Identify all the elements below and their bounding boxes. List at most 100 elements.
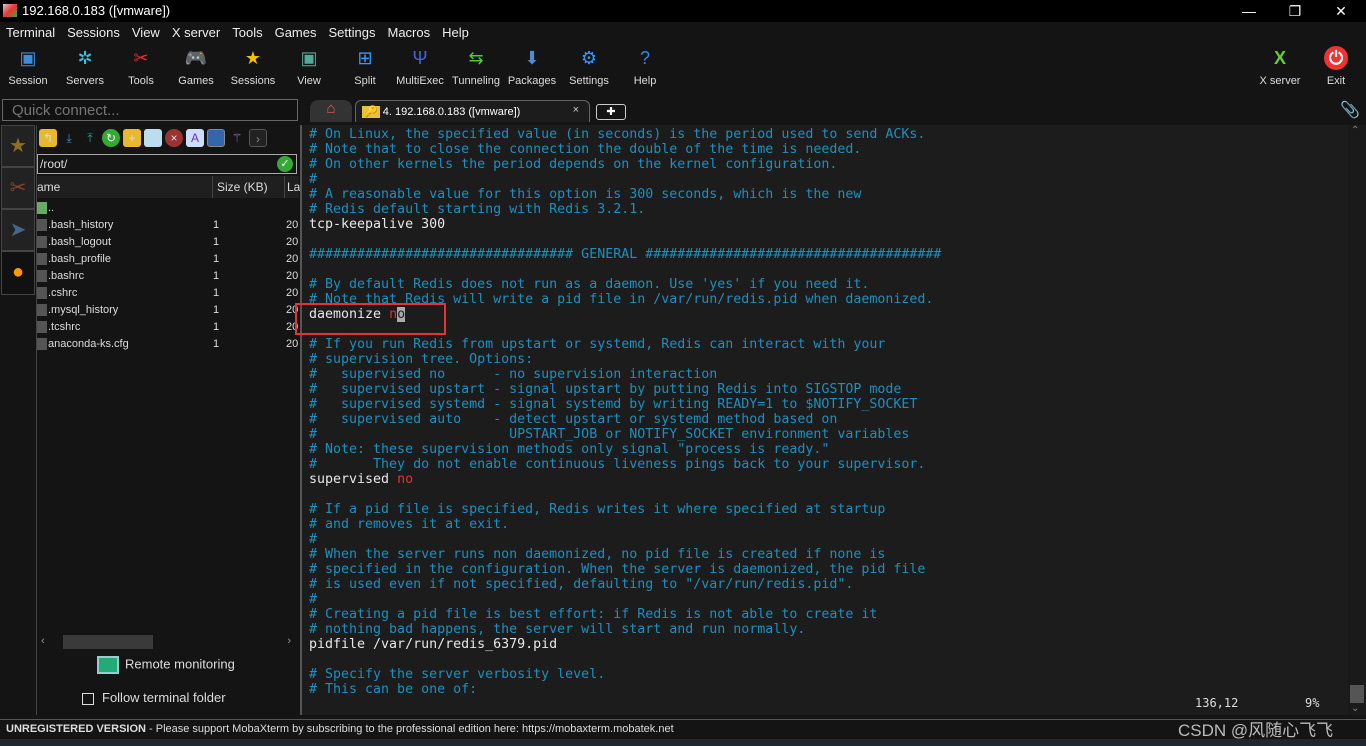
- menu-sessions[interactable]: Sessions: [61, 23, 126, 43]
- sftp-tab[interactable]: ●: [1, 251, 35, 295]
- tools-button[interactable]: ✂ Tools: [113, 46, 169, 87]
- file-name: .bash_history: [48, 219, 114, 231]
- title-bar: 192.168.0.183 ([vmware]) — ❐ ✕: [0, 0, 1366, 22]
- follow-terminal-folder-checkbox[interactable]: Follow terminal folder: [82, 690, 226, 705]
- path-input[interactable]: /root/ ✓: [37, 154, 297, 174]
- menu-settings[interactable]: Settings: [323, 23, 382, 43]
- menu-x-server[interactable]: X server: [166, 23, 226, 43]
- horizontal-scrollbar[interactable]: ‹ ›: [37, 635, 299, 649]
- new-file-icon[interactable]: [144, 129, 162, 147]
- magic-wand-icon[interactable]: ⚚: [228, 129, 246, 147]
- terminal-line: # specified in the configuration. When t…: [309, 562, 925, 577]
- comment-text: # UPSTART_JOB or NOTIFY_SOCKET environme…: [309, 427, 910, 442]
- scroll-up-icon[interactable]: ⌃: [1351, 125, 1359, 136]
- home-tab[interactable]: ⌂: [310, 100, 352, 122]
- file-row[interactable]: ..: [37, 200, 299, 217]
- upload-icon[interactable]: ⤒: [81, 129, 99, 147]
- menu-tools[interactable]: Tools: [226, 23, 268, 43]
- scrollbar-thumb[interactable]: [1350, 685, 1364, 703]
- comment-text: # supervision tree. Options:: [309, 352, 534, 367]
- tools-icon: ✂: [9, 177, 27, 199]
- tab-close-icon[interactable]: ×: [573, 104, 579, 116]
- terminal-output[interactable]: 136,12 9% # On Linux, the specified valu…: [300, 125, 1348, 715]
- servers-button[interactable]: ✲ Servers: [57, 46, 113, 87]
- games-button[interactable]: 🎮 Games: [168, 46, 224, 87]
- sessions-button[interactable]: ★ Sessions: [225, 46, 281, 87]
- menu-view[interactable]: View: [126, 23, 166, 43]
- help-button[interactable]: ? Help: [617, 46, 673, 87]
- comment-text: #: [309, 532, 318, 547]
- confirm-path-icon[interactable]: ✓: [277, 156, 293, 172]
- file-row[interactable]: .tcshrc 1 20: [37, 319, 299, 336]
- menu-games[interactable]: Games: [269, 23, 323, 43]
- file-icon: [37, 270, 47, 282]
- file-row[interactable]: .bash_history 1 20: [37, 217, 299, 234]
- menu-macros[interactable]: Macros: [381, 23, 436, 43]
- file-row[interactable]: .bashrc 1 20: [37, 268, 299, 285]
- x-server-button[interactable]: X X server: [1252, 46, 1308, 87]
- parent-folder-icon[interactable]: ↰: [39, 129, 57, 147]
- column-size[interactable]: Size (KB): [212, 176, 268, 198]
- menu-help[interactable]: Help: [436, 23, 475, 43]
- comment-text: # Note that to close the connection the …: [309, 142, 862, 157]
- quick-connect-input[interactable]: [2, 99, 298, 121]
- file-row[interactable]: .mysql_history 1 20: [37, 302, 299, 319]
- taskbar: [0, 739, 1366, 746]
- rename-icon[interactable]: A: [186, 129, 204, 147]
- file-row[interactable]: .bash_logout 1 20: [37, 234, 299, 251]
- toolbar-label: Tunneling: [452, 75, 500, 87]
- download-icon[interactable]: ⤓: [60, 129, 78, 147]
- file-size: 1: [213, 219, 220, 231]
- checkbox-icon[interactable]: [82, 692, 94, 705]
- new-folder-icon[interactable]: +: [123, 129, 141, 147]
- packages-button[interactable]: ⬇ Packages: [504, 46, 560, 87]
- column-last-modified[interactable]: La: [284, 176, 300, 198]
- terminal-line: # This can be one of:: [309, 682, 477, 697]
- macros-tab[interactable]: ➤: [1, 209, 35, 251]
- new-tab-button[interactable]: ✚: [596, 104, 626, 120]
- remote-monitoring-button[interactable]: Remote monitoring: [97, 656, 235, 674]
- paperclip-icon[interactable]: 📎: [1340, 100, 1360, 120]
- favorites-tab[interactable]: ★: [1, 125, 35, 167]
- comment-text: # nothing bad happens, the server will s…: [309, 622, 806, 637]
- close-button[interactable]: ✕: [1318, 0, 1364, 22]
- file-row[interactable]: .bash_profile 1 20: [37, 251, 299, 268]
- session-button[interactable]: ▣ Session: [0, 46, 56, 87]
- file-icon: [37, 253, 47, 265]
- view-button[interactable]: ▣ View: [281, 46, 337, 87]
- comment-text: # supervised no - no supervision interac…: [309, 367, 718, 382]
- split-button[interactable]: ⊞ Split: [337, 46, 393, 87]
- file-row[interactable]: .cshrc 1 20: [37, 285, 299, 302]
- settings-button[interactable]: ⚙ Settings: [561, 46, 617, 87]
- file-list-header: ame Size (KB) La: [37, 176, 300, 198]
- servers-icon: ✲: [77, 48, 93, 68]
- refresh-icon[interactable]: ↻: [102, 129, 120, 147]
- status-message[interactable]: - Please support MobaXterm by subscribin…: [146, 723, 674, 735]
- comment-text: # and removes it at exit.: [309, 517, 510, 532]
- file-row[interactable]: anaconda-ks.cfg 1 20: [37, 336, 299, 353]
- menu-terminal[interactable]: Terminal: [0, 23, 61, 43]
- scrollbar-thumb[interactable]: [63, 635, 153, 649]
- packages-icon: ⬇: [524, 48, 540, 68]
- tab-session[interactable]: 🔑 4. 192.168.0.183 ([vmware]) ×: [355, 100, 590, 122]
- file-toolbar: ↰ ⤓ ⤒ ↻ + × A ⚚ ›: [37, 129, 267, 151]
- delete-icon[interactable]: ×: [165, 129, 183, 147]
- tunneling-button[interactable]: ⇆ Tunneling: [448, 46, 504, 87]
- highlight-box: [295, 303, 446, 335]
- comment-text: #: [309, 172, 318, 187]
- restore-button[interactable]: ❐: [1272, 0, 1318, 22]
- exit-button[interactable]: ⏻ Exit: [1308, 46, 1364, 87]
- toggle-view-icon[interactable]: [207, 129, 225, 147]
- vertical-scrollbar[interactable]: ⌃ ⌄: [1348, 125, 1366, 715]
- unregistered-label: UNREGISTERED VERSION: [6, 723, 146, 735]
- scroll-down-icon[interactable]: ⌄: [1351, 703, 1359, 714]
- session-icon: ▣: [19, 48, 37, 68]
- minimize-button[interactable]: —: [1226, 0, 1272, 22]
- multiexec-button[interactable]: Ψ MultiExec: [392, 46, 448, 87]
- tools-tab[interactable]: ✂: [1, 167, 35, 209]
- terminal-icon[interactable]: ›: [249, 129, 267, 147]
- toolbar-label: MultiExec: [396, 75, 444, 87]
- terminal-line: supervised no: [309, 472, 413, 487]
- column-name[interactable]: ame: [37, 180, 60, 194]
- toolbar-label: Packages: [507, 75, 557, 87]
